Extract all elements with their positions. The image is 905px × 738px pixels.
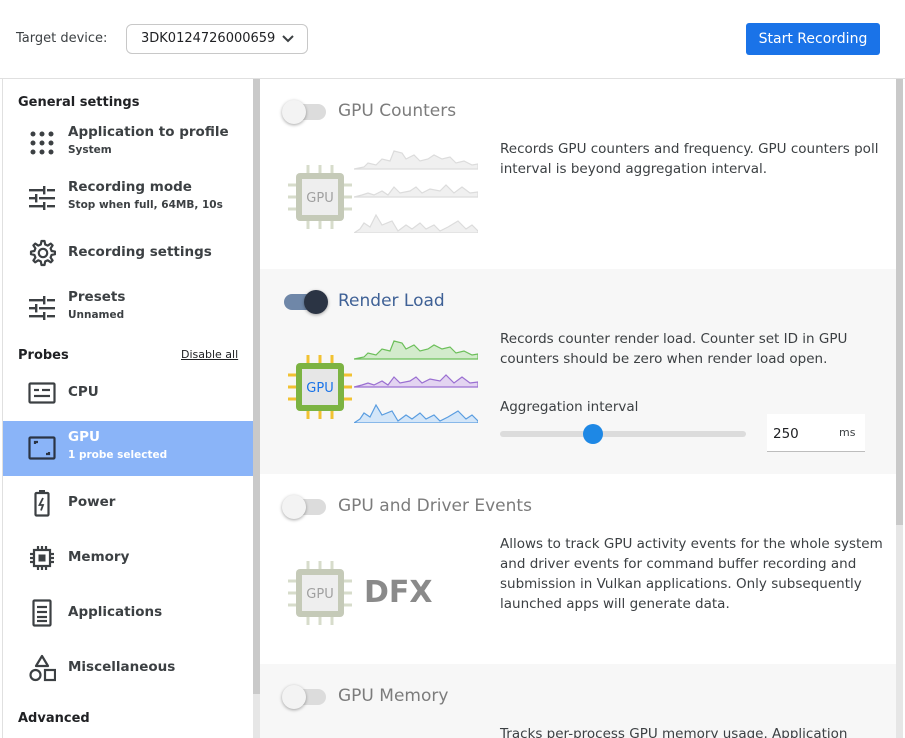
sidebar-item-title: Applications — [68, 604, 163, 620]
probe-title: GPU Counters — [338, 101, 457, 121]
toggle-knob — [282, 495, 306, 519]
toggle-knob — [304, 290, 328, 314]
tune-sliders-icon — [27, 183, 57, 213]
cpu-icon — [27, 378, 57, 408]
counter-waveforms — [354, 150, 478, 233]
render-load-toggle[interactable] — [282, 289, 328, 315]
sidebar-item-gpu[interactable]: GPU 1 probe selected — [3, 421, 253, 476]
sidebar-item-title: Recording settings — [68, 244, 212, 260]
toggle-knob — [282, 685, 306, 709]
probe-gpu-driver-events: GPU and Driver Events GPU DFX Allows to … — [260, 474, 896, 664]
aggregation-interval-slider[interactable] — [500, 424, 746, 444]
general-settings-title: General settings — [18, 95, 140, 110]
sidebar-item-applications[interactable]: Applications — [3, 586, 253, 641]
probe-render-load: Render Load GPU Records counter render l… — [260, 269, 896, 474]
sidebar-item-presets[interactable]: Presets Unnamed — [3, 281, 253, 336]
sidebar-item-subtitle: System — [68, 144, 112, 156]
start-recording-button[interactable]: Start Recording — [746, 23, 880, 55]
sidebar-item-title: Recording mode — [68, 179, 192, 195]
sidebar-item-subtitle: Unnamed — [68, 309, 125, 321]
target-device-label: Target device: — [16, 31, 108, 46]
probe-description: Tracks per-process GPU memory usage. App… — [500, 726, 848, 738]
aggregation-interval-input[interactable]: 250 ms — [767, 414, 865, 452]
top-bar: Target device: 3DK0124726000659 Start Re… — [0, 0, 905, 79]
sidebar-scrollbar-thumb[interactable] — [253, 79, 260, 694]
sidebar-item-title: Presets — [68, 289, 126, 305]
sidebar-item-title: Power — [68, 494, 116, 510]
gpu-icon — [27, 433, 57, 463]
gpu-driver-events-toggle[interactable] — [282, 494, 328, 520]
aggregation-interval-unit: ms — [839, 426, 856, 439]
toggle-knob — [282, 100, 306, 124]
probes-title: Probes — [18, 348, 69, 363]
sidebar-item-recording-mode[interactable]: Recording mode Stop when full, 64MB, 10s — [3, 171, 253, 226]
gpu-memory-toggle[interactable] — [282, 684, 328, 710]
sidebar-item-title: Application to profile — [68, 124, 229, 140]
sidebar-item-recording-settings[interactable]: Recording settings — [3, 226, 253, 281]
sidebar-item-miscellaneous[interactable]: Miscellaneous — [3, 641, 253, 696]
chevron-down-icon — [282, 35, 294, 43]
advanced-title: Advanced — [18, 711, 90, 726]
aggregation-interval-label: Aggregation interval — [500, 399, 639, 415]
sidebar-item-subtitle: Stop when full, 64MB, 10s — [68, 199, 223, 211]
probe-gpu-memory: GPU Memory Tracks per-process GPU memory… — [260, 664, 896, 738]
content-scrollbar-thumb[interactable] — [896, 79, 903, 525]
counter-waveforms — [354, 340, 478, 423]
probe-description: Records counter render load. Counter set… — [500, 331, 848, 367]
shapes-icon — [27, 653, 57, 683]
memory-chip-icon — [27, 543, 57, 573]
probe-list: GPU Counters GPU Records GPU counters an… — [260, 79, 896, 738]
sidebar-item-title: GPU — [68, 429, 100, 445]
probe-title: GPU Memory — [338, 686, 449, 706]
gpu-chip-icon: GPU — [288, 165, 352, 229]
sidebar-item-subtitle: 1 probe selected — [68, 449, 168, 461]
gear-icon — [27, 238, 57, 268]
sidebar-item-title: Miscellaneous — [68, 659, 176, 675]
document-icon — [27, 598, 57, 628]
probe-description: Allows to track GPU activity events for … — [500, 536, 883, 612]
battery-icon — [27, 488, 57, 518]
aggregation-interval-value: 250 — [773, 426, 799, 442]
content-scrollbar[interactable] — [896, 79, 903, 738]
gpu-chip-icon: GPU — [288, 561, 352, 625]
sidebar-item-title: CPU — [68, 384, 99, 400]
slider-rail — [500, 431, 746, 437]
sidebar-item-title: Memory — [68, 549, 130, 565]
sidebar-item-memory[interactable]: Memory — [3, 531, 253, 586]
probe-gpu-counters: GPU Counters GPU Records GPU counters an… — [260, 79, 896, 269]
probe-title: Render Load — [338, 291, 445, 311]
probe-description: Records GPU counters and frequency. GPU … — [500, 141, 879, 177]
sidebar-item-cpu[interactable]: CPU — [3, 366, 253, 421]
sidebar: General settings Application to profile … — [2, 79, 253, 738]
sidebar-item-power[interactable]: Power — [3, 476, 253, 531]
disable-all-link[interactable]: Disable all — [181, 348, 238, 361]
chip-label: GPU — [306, 381, 333, 396]
dfx-logo: DFX — [364, 575, 433, 610]
chip-label: GPU — [306, 587, 333, 602]
sidebar-item-application-to-profile[interactable]: Application to profile System — [3, 116, 253, 171]
tune-sliders-icon — [27, 293, 57, 323]
chip-label: GPU — [306, 191, 333, 206]
gpu-chip-icon: GPU — [288, 355, 352, 419]
device-select[interactable]: 3DK0124726000659 — [126, 24, 308, 54]
device-select-value: 3DK0124726000659 — [141, 31, 276, 46]
slider-thumb[interactable] — [583, 424, 604, 444]
probe-title: GPU and Driver Events — [338, 496, 532, 516]
gpu-counters-toggle[interactable] — [282, 99, 328, 125]
sidebar-scrollbar[interactable] — [253, 79, 260, 738]
grid-dots-icon — [27, 128, 57, 158]
